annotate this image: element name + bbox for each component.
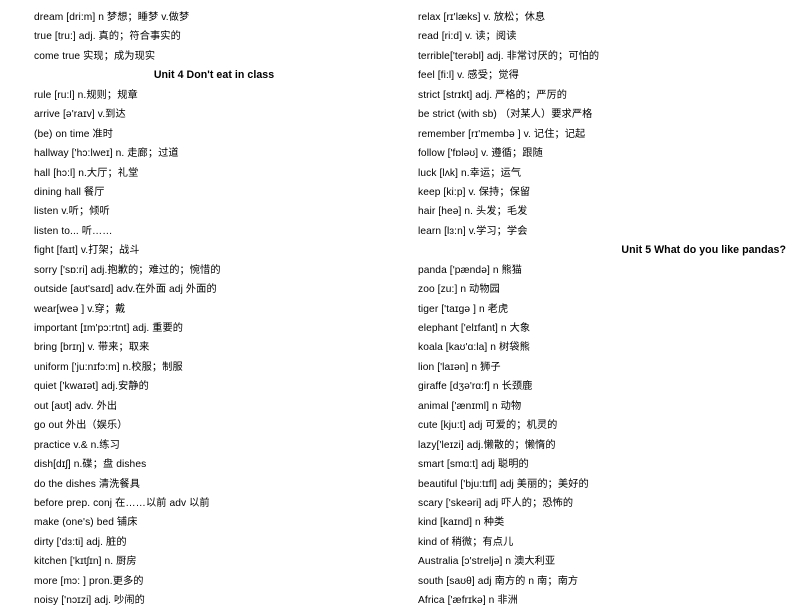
vocabulary-entry: strict [strɪkt] adj. 严格的；严厉的 [418,89,568,101]
vocabulary-entry: cute [kju:t] adj 可爱的；机灵的 [418,420,558,432]
vocabulary-entry: terrible['terəbl] adj. 非常讨厌的；可怕的 [418,50,600,62]
vocabulary-entry: kind [kaɪnd] n 种类 [418,517,505,529]
vocabulary-entry: wear[weə ] v.穿；戴 [34,303,126,315]
vocabulary-entry: arrive [ə'raɪv] v.到达 [34,109,126,121]
vocabulary-entry: dining hall 餐厅 [34,186,105,198]
vocabulary-entry: lazy['leɪzi] adj.懒散的；懒惰的 [418,439,556,451]
vocabulary-entry: true [tru:] adj. 真的；符合事实的 [34,31,181,43]
vocabulary-entry: kitchen ['kɪtʃɪn] n. 厨房 [34,556,137,568]
vocabulary-entry: listen to... 听…… [34,225,113,237]
vocabulary-entry: go out 外出（娱乐） [34,420,128,432]
vocabulary-entry: south [saʊθ] adj 南方的 n 南；南方 [418,575,579,587]
vocabulary-entry: giraffe [dʒə'rɑ:f] n 长颈鹿 [418,381,533,393]
vocabulary-entry: Australia [ɔ'streljə] n 澳大利亚 [418,556,556,568]
vocabulary-entry: fight [faɪt] v.打架；战斗 [34,245,140,257]
vocabulary-entry: luck [lʌk] n.幸运；运气 [418,167,522,179]
vocabulary-entry: do the dishes 清洗餐具 [34,478,140,490]
vocabulary-entry: important [ɪm'pɔ:rtnt] adj. 重要的 [34,323,184,334]
vocabulary-entry: bring [brɪŋ] v. 带来；取来 [34,342,150,354]
vocabulary-entry: beautiful ['bju:tɪfl] adj 美丽的；美好的 [418,478,589,490]
vocabulary-entry: koala [kaʊ'ɑ:la] n 树袋熊 [418,342,530,354]
left-column: dream [dri:m] n 梦想；睡梦 v.做梦 true [tru:] ad… [0,8,400,611]
vocabulary-entry: out [aʊt] adv. 外出 [34,400,118,412]
vocabulary-entry: outside [aʊt'saɪd] adv.在外面 adj 外面的 [34,284,217,296]
vocabulary-entry: dream [dri:m] n 梦想；睡梦 v.做梦 [34,12,190,23]
vocabulary-entry: hair [heə] n. 头发；毛发 [418,206,528,218]
vocabulary-entry: rule [ru:l] n.规则；规章 [34,89,138,101]
vocabulary-entry: relax [rɪ'læks] v. 放松；休息 [418,12,546,23]
vocabulary-entry: panda ['pændə] n 熊猫 [418,264,523,276]
unit-heading: Unit 5 What do you like pandas? [621,244,786,257]
two-column-layout: dream [dri:m] n 梦想；睡梦 v.做梦 true [tru:] ad… [0,8,800,611]
vocabulary-entry: tiger ['taɪgə ] n 老虎 [418,303,509,315]
vocabulary-entry: (be) on time 准时 [34,128,114,140]
vocabulary-entry: uniform ['ju:nɪfɔ:m] n.校服；制服 [34,361,183,373]
vocabulary-entry: before prep. conj 在……以前 adv 以前 [34,497,210,509]
vocabulary-entry: dirty ['dɜ:ti] adj. 脏的 [34,536,127,548]
vocabulary-entry: hall [hɔ:l] n.大厅；礼堂 [34,167,139,179]
vocabulary-entry: kind of 稍微；有点儿 [418,536,514,548]
vocabulary-entry: sorry ['sɒ:ri] adj.抱歉的；难过的；惋惜的 [34,264,221,276]
unit-heading: Unit 4 Don't eat in class [153,69,275,82]
vocabulary-entry: read [ri:d] v. 读；阅读 [418,31,517,43]
vocabulary-entry: animal ['ænɪml] n 动物 [418,400,522,412]
vocabulary-entry: zoo [zu:] n 动物园 [418,284,500,296]
vocabulary-entry: feel [fi:l] v. 感受；觉得 [418,70,519,82]
vocabulary-entry: hallway ['hɔ:lweɪ] n. 走廊；过道 [34,148,179,160]
vocabulary-entry: quiet ['kwaɪət] adj.安静的 [34,381,149,393]
vocabulary-entry: come true 实现；成为现实 [34,50,156,62]
vocabulary-entry: smart [smɑ:t] adj 聪明的 [418,459,529,471]
vocabulary-entry: scary ['skeəri] adj 吓人的；恐怖的 [418,497,574,509]
vocabulary-entry: more [mɔ: ] pron.更多的 [34,575,144,587]
right-column: relax [rɪ'læks] v. 放松；休息 read [ri:d] v. 读… [400,8,800,611]
vocabulary-entry: noisy ['nɔɪzi] adj. 吵闹的 [34,595,145,607]
vocabulary-entry: listen v.听；倾听 [34,206,110,218]
vocabulary-entry: be strict (with sb) （对某人）要求严格 [418,109,593,121]
vocabulary-entry: follow ['fɒləʊ] v. 遵循；跟随 [418,148,543,160]
vocabulary-entry: Africa ['æfrɪkə] n 非洲 [418,595,518,607]
vocabulary-entry: dish[dɪʃ] n.碟；盘 dishes [34,459,147,471]
vocabulary-entry: lion ['laɪən] n 狮子 [418,361,501,373]
vocabulary-entry: remember [rɪ'membə ] v. 记住；记起 [418,128,586,140]
vocabulary-entry: practice v.& n.练习 [34,439,120,451]
vocabulary-entry: learn [lɜ:n] v.学习；学会 [418,225,528,237]
vocabulary-entry: keep [ki:p] v. 保持；保留 [418,186,531,198]
vocabulary-entry: make (one's) bed 铺床 [34,517,138,529]
vocabulary-page: dream [dri:m] n 梦想；睡梦 v.做梦 true [tru:] ad… [0,0,800,606]
vocabulary-entry: elephant ['elɪfant] n 大象 [418,323,531,334]
